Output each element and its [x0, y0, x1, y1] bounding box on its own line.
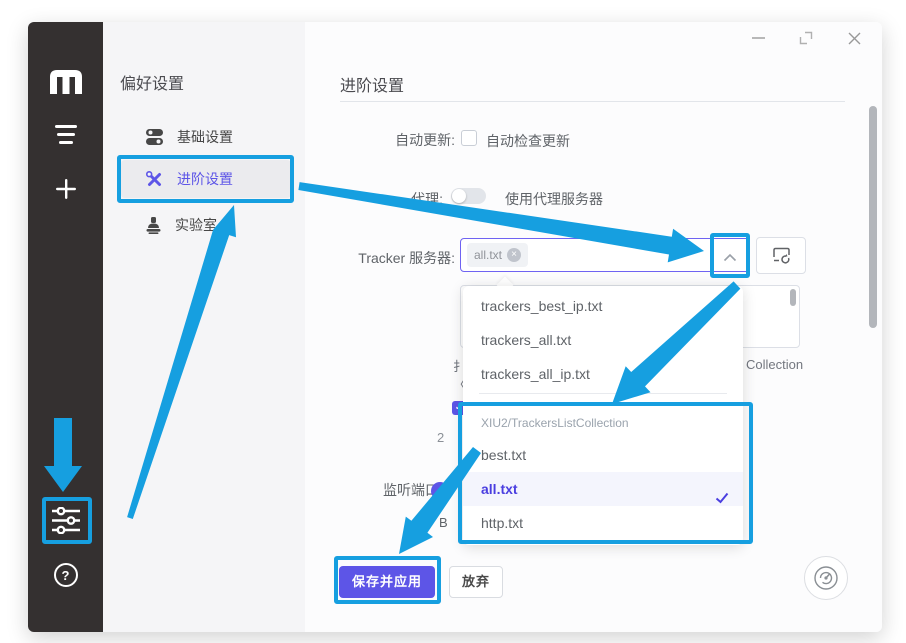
arrow-to-dropdown-group — [612, 281, 740, 404]
highlight-box-chevron — [710, 233, 750, 278]
annotation-arrows — [0, 0, 906, 643]
arrow-to-preferences-icon — [44, 418, 82, 492]
arrow-to-chevron — [298, 182, 704, 262]
highlight-box-dropdown-group — [458, 402, 753, 544]
highlight-box-advanced-nav — [117, 155, 294, 203]
highlight-box-preferences-icon — [42, 497, 92, 544]
app-window: ? 偏好设置 基础设置 进阶设置 实验室 进阶设置 — [0, 0, 906, 643]
arrow-to-advanced-nav — [127, 205, 236, 519]
highlight-box-save-button — [334, 556, 441, 604]
